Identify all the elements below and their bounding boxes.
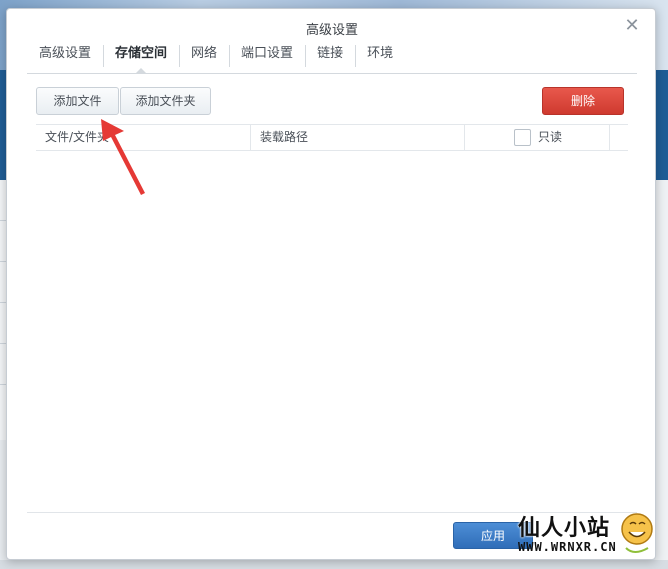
column-header-read-only: 只读 xyxy=(464,125,609,150)
read-only-label: 只读 xyxy=(538,130,563,144)
tab-bar: 高级设置 存储空间 网络 端口设置 链接 环境 xyxy=(27,42,637,74)
column-header-mount-path[interactable]: 装载路径 xyxy=(250,125,464,150)
add-file-button[interactable]: 添加文件 xyxy=(36,87,119,115)
tab-links[interactable]: 链接 xyxy=(305,42,355,73)
tab-advanced-settings[interactable]: 高级设置 xyxy=(27,42,103,73)
advanced-settings-dialog: 高级设置 ✕ 高级设置 存储空间 网络 端口设置 链接 环境 添加文件 添加文件… xyxy=(6,8,656,560)
annotation-arrow-icon xyxy=(101,119,145,195)
column-header-spacer xyxy=(609,125,628,150)
tab-port-settings[interactable]: 端口设置 xyxy=(229,42,305,73)
watermark-text: 仙人小站 xyxy=(518,516,611,541)
tab-storage[interactable]: 存储空间 xyxy=(103,42,179,74)
tab-network[interactable]: 网络 xyxy=(179,42,229,73)
smiley-face-icon xyxy=(621,513,653,553)
background-panel-right xyxy=(655,70,668,180)
watermark-url: WWW.WRNXR.CN xyxy=(518,540,617,554)
dialog-title: 高级设置 xyxy=(305,23,358,38)
delete-button[interactable]: 删除 xyxy=(542,87,624,115)
read-only-all-checkbox[interactable] xyxy=(514,129,531,146)
add-folder-button[interactable]: 添加文件夹 xyxy=(120,87,211,115)
watermark-logo: 仙人小站 WWW.WRNXR.CN xyxy=(514,508,664,564)
tab-environment[interactable]: 环境 xyxy=(355,42,405,73)
close-icon[interactable]: ✕ xyxy=(621,15,643,37)
